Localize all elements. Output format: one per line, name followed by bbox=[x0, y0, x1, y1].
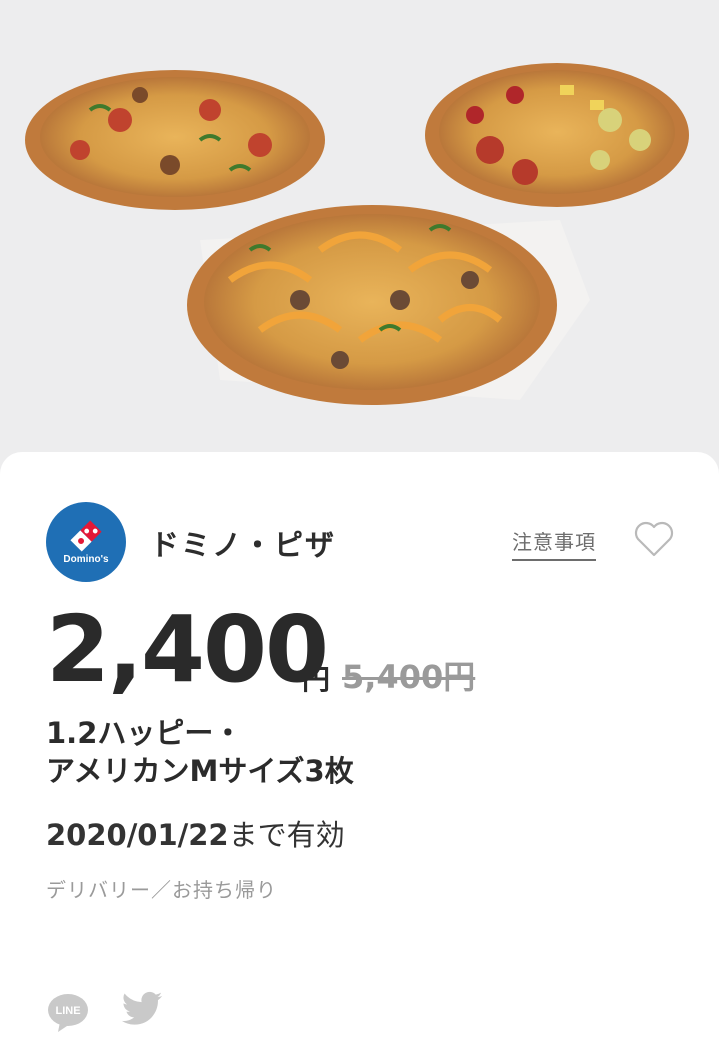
heart-outline-icon[interactable] bbox=[633, 520, 675, 558]
notes-link[interactable]: 注意事項 bbox=[512, 526, 596, 561]
expiry-date: 2020/01/22 bbox=[46, 818, 229, 852]
pizza-center bbox=[187, 205, 557, 405]
dominos-logo[interactable]: Domino's bbox=[46, 502, 126, 582]
offer-title-line1: 1.2ハッピー・ bbox=[46, 716, 243, 750]
expiry-text: 2020/01/22まで有効 bbox=[46, 812, 345, 854]
line-icon-text: LINE bbox=[55, 1005, 80, 1017]
expiry-suffix: まで有効 bbox=[228, 818, 345, 852]
offer-title-line2: アメリカンMサイズ3枚 bbox=[46, 754, 354, 788]
original-price: 5,400円 bbox=[342, 658, 476, 696]
sale-price: 2,400 bbox=[46, 596, 329, 703]
coupon-card: Domino's ドミノ・ピザ 注意事項 2,400 円 5,400円 1.2ハ… bbox=[0, 452, 719, 1052]
hero-pizza-image bbox=[0, 0, 719, 470]
pizza-right bbox=[425, 63, 689, 207]
price-unit: 円 bbox=[302, 663, 331, 696]
pizza-left bbox=[25, 70, 325, 210]
twitter-icon[interactable] bbox=[120, 990, 164, 1030]
line-icon[interactable]: LINE bbox=[46, 990, 90, 1034]
offer-title: 1.2ハッピー・ アメリカンMサイズ3枚 bbox=[46, 714, 666, 790]
logo-text: Domino's bbox=[63, 554, 109, 565]
order-methods: デリバリー／お持ち帰り bbox=[46, 878, 277, 902]
shop-name[interactable]: ドミノ・ピザ bbox=[150, 522, 336, 564]
